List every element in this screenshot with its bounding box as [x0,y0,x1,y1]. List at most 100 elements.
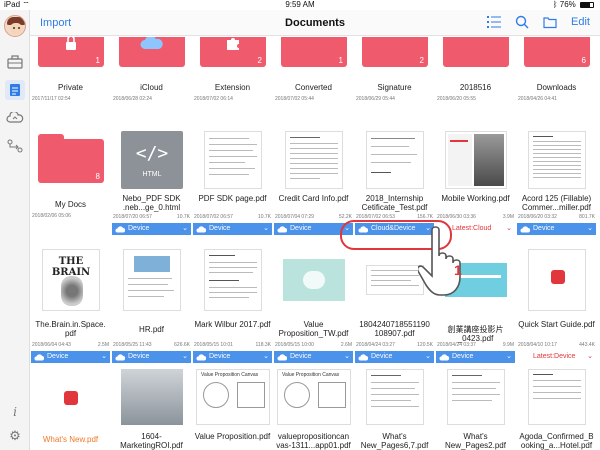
sidebar-transfer-button[interactable] [5,136,25,156]
file-meta: 2018/06/20 03:32 801.7K [518,214,595,220]
storage-location-button[interactable]: Device ⌄ [112,223,191,235]
step-number: 1 [454,262,462,278]
cloud-icon [277,225,287,232]
cloud-icon [520,225,530,232]
storage-location-button[interactable]: Device ⌄ [193,351,272,363]
folder-icon [119,37,185,67]
folder-tile[interactable]: 2 Signature 2018/06/29 05:44 [354,37,435,107]
file-name: Nebo_PDF SDK .neb...ge_0.html [122,194,181,212]
folder-date: 2018/07/02 05:44 [275,96,314,102]
cloud-icon [277,353,287,360]
file-tile[interactable]: What's New.pdf [30,365,111,450]
chevron-down-icon: ⌄ [506,353,512,360]
folder-tile[interactable]: 8 My Docs 2018/02/06 05:06 [30,127,111,237]
file-name: Agoda_Confirmed_B ooking_a...Hotel.pdf [519,432,594,450]
folder-name: Converted [295,83,332,92]
cloud-icon [196,353,206,360]
cloud-sync-icon [6,112,24,123]
storage-location-button[interactable]: Device ⌄ [274,351,353,363]
file-name: valuepropositioncan vas-1311...app01.pdf [276,432,351,450]
file-name: Value Proposition.pdf [194,432,271,441]
sidebar-cloud-button[interactable] [5,108,25,128]
pdf-thumbnail [121,369,183,425]
file-tile[interactable]: THE BRAIN The.Brain.in.Space. pdf 2018/0… [30,245,111,365]
file-name: What's New_Pages6,7.pdf [360,432,429,450]
file-tile[interactable]: Value Proposition_TW.pdf 2018/05/15 10:0… [273,245,354,365]
battery-percent: 76% [559,0,576,9]
avatar[interactable] [4,15,26,37]
search-icon[interactable] [515,15,529,29]
folder-tile[interactable]: 6 Downloads 2018/04/26 04:41 [516,37,597,107]
file-tile[interactable]: HR.pdf 2018/05/25 11:43 626.6K Device ⌄ [111,245,192,365]
folder-date: 2018/02/06 05:06 [32,213,71,219]
chevron-down-icon: ⌄ [182,353,188,360]
file-tile[interactable]: </> HTML Nebo_PDF SDK .neb...ge_0.html 2… [111,127,192,237]
file-tile[interactable]: Mark Wilbur 2017.pdf 2018/05/15 10:01 118… [192,245,273,365]
file-tile[interactable]: What's New_Pages2.pdf [435,365,516,450]
file-tile[interactable]: Quick Start Guide.pdf 2018/04/10 10:17 44… [516,245,597,365]
storage-location-button[interactable]: Device ⌄ [31,351,110,363]
file-meta: 2018/06/04 04:43 2.5M [32,342,109,348]
chevron-down-icon: ⌄ [263,353,269,360]
status-bar: iPad ⌔ 9:59 AM ᛒ 76% [0,0,600,10]
list-view-icon[interactable] [487,15,502,29]
toolbox-icon [7,55,23,69]
file-tile[interactable]: Credit Card Info.pdf 2018/07/04 07:29 52.… [273,127,354,237]
folder-date: 2018/06/20 05:55 [437,96,476,102]
file-name: Value Proposition_TW.pdf [278,320,349,338]
new-folder-icon[interactable] [543,15,557,29]
file-tile[interactable]: Agoda_Confirmed_B ooking_a...Hotel.pdf [516,365,597,450]
folder-icon [443,37,509,67]
pdf-thumbnail [285,131,343,189]
pdf-thumbnail: Value Proposition Canvas [277,369,351,425]
folder-tile[interactable]: iCloud 2018/06/28 02:24 [111,37,192,107]
file-tile[interactable]: What's New_Pages6,7.pdf [354,365,435,450]
file-tile[interactable]: Mobile Working.pdf 2018/06/30 03:36 3.9M … [435,127,516,237]
transfer-icon [7,139,23,153]
pdf-thumbnail [366,131,424,189]
folder-tile[interactable]: 1 Converted 2018/07/02 05:44 [273,37,354,107]
pdf-thumbnail [366,369,424,425]
file-meta: 2018/04/24 03:27 120.5K [356,342,433,348]
storage-location-button[interactable]: Device ⌄ [517,223,596,235]
sidebar-documents-button[interactable] [5,80,25,100]
folder-icon: 1 [281,37,347,67]
pdf-thumbnail: Value Proposition Canvas [196,369,270,425]
sidebar-settings-button[interactable]: ⚙ [5,426,25,446]
file-tile[interactable]: 1604- MarketingROI.pdf [111,365,192,450]
sidebar-toolbox-button[interactable] [5,52,25,72]
file-name: The.Brain.in.Space. pdf [35,320,106,338]
sidebar-info-button[interactable]: i [5,402,25,422]
edit-button[interactable]: Edit [571,16,590,28]
pdf-thumbnail [123,249,181,311]
pdf-thumbnail: THE BRAIN [42,249,100,311]
storage-location-button[interactable]: Device ⌄ [436,351,515,363]
storage-location-button[interactable]: Device ⌄ [193,223,272,235]
folder-icon: 1 [38,37,104,67]
file-name: PDF SDK page.pdf [198,194,267,203]
folder-name: iCloud [140,83,163,92]
file-tile[interactable]: Acord 125 (Fillable) Commer...miller.pdf… [516,127,597,237]
file-name: Credit Card Info.pdf [278,194,349,203]
storage-location-button[interactable]: Device ⌄ [355,351,434,363]
file-name: 2018_Internship Cetificate_Test.pdf [361,194,428,212]
folder-name: Extension [214,83,251,92]
file-tile[interactable]: Value Proposition Canvas Value Propositi… [192,365,273,450]
file-tile[interactable]: PDF SDK page.pdf 2018/07/02 06:57 10.7K D… [192,127,273,237]
folder-tile[interactable]: 2018516 2018/06/20 05:55 [435,37,516,107]
folder-icon: 8 [38,134,104,183]
folder-tile[interactable]: 1 Private 2017/11/17 02:54 [30,37,111,107]
info-icon: i [13,405,17,419]
chevron-down-icon: ⌄ [506,225,512,232]
storage-location-button[interactable]: Latest:Device ⌄ [517,351,596,363]
battery-icon [580,2,594,8]
sidebar: i ⚙ [0,10,30,450]
file-tile[interactable]: Value Proposition Canvas valuepropositio… [273,365,354,450]
storage-location-button[interactable]: Device ⌄ [112,351,191,363]
file-name: What's New.pdf [42,435,99,444]
folder-tile[interactable]: 2 Extension 2018/07/02 06:14 [192,37,273,107]
file-meta: 2018/04/24 03:37 9.9M [437,342,514,348]
folder-name: My Docs [54,200,87,209]
chevron-down-icon: ⌄ [425,353,431,360]
cloud-icon [115,225,125,232]
